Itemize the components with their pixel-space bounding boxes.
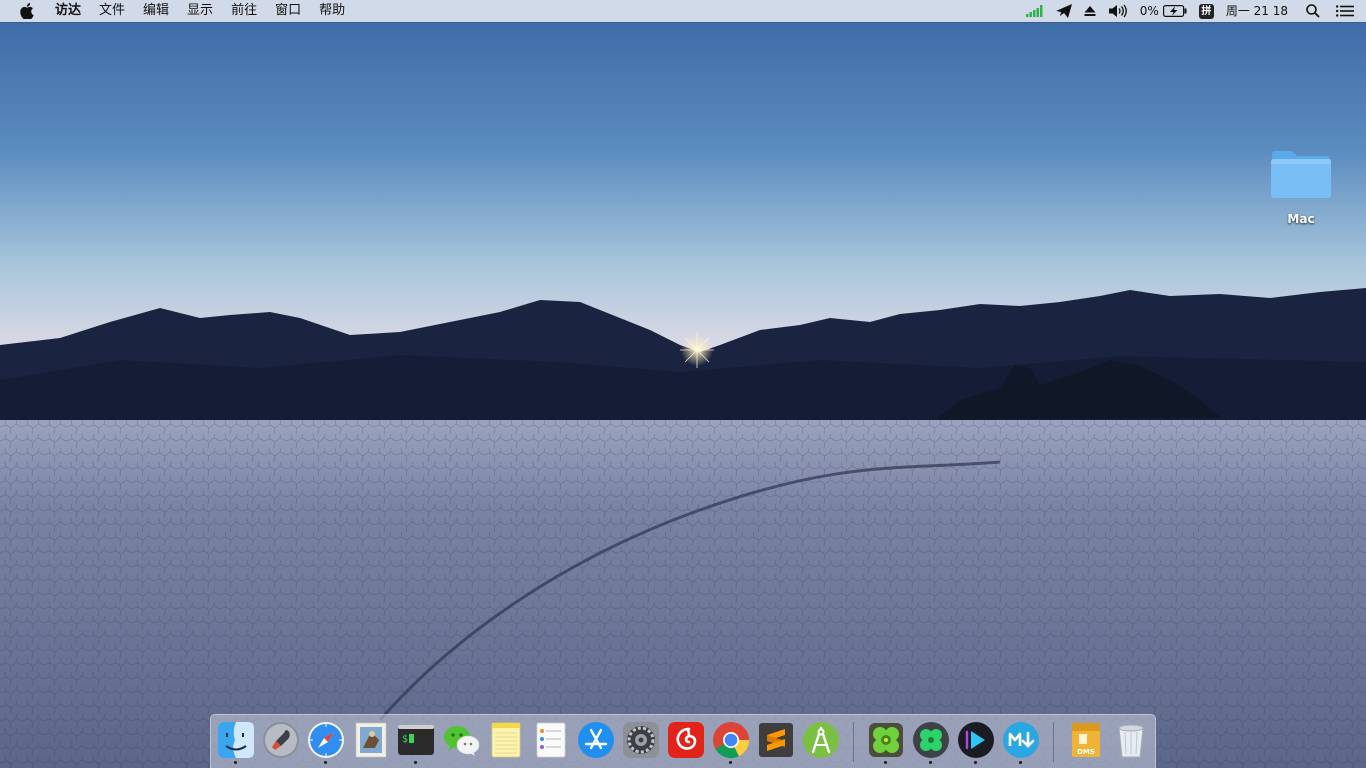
input-method-label: 拼	[1198, 3, 1214, 19]
spotlight-search-icon[interactable]	[1306, 0, 1320, 22]
dock-android-studio[interactable]	[801, 720, 841, 760]
dock-reminders[interactable]	[531, 720, 571, 760]
mail-stamp-icon	[355, 722, 387, 758]
dmg-archive-icon: DMS	[1072, 723, 1100, 757]
terminal-icon: $	[398, 725, 434, 755]
dock-dmg-archive[interactable]: DMS	[1066, 720, 1106, 760]
dock-finder[interactable]	[216, 720, 256, 760]
media-player-icon	[958, 722, 994, 758]
menu-view[interactable]: 显示	[178, 0, 222, 22]
dock-separator	[853, 722, 854, 762]
launchpad-icon	[263, 722, 299, 758]
desktop[interactable]	[0, 0, 1366, 768]
menu-bar-status: 0% 拼 周一 21 18	[1014, 0, 1366, 22]
desktop-folder-label: Mac	[1287, 212, 1315, 226]
running-indicator-green-clover-round	[929, 761, 932, 764]
green-clover-icon	[869, 723, 903, 757]
dock: $ DMS	[210, 714, 1156, 768]
system-preferences-icon	[623, 722, 659, 758]
wechat-icon	[444, 726, 480, 756]
app-store-icon	[578, 722, 614, 758]
notes-icon	[491, 722, 521, 758]
running-indicator-chrome	[729, 761, 732, 764]
notification-center-icon[interactable]	[1336, 0, 1354, 22]
menu-edit[interactable]: 编辑	[134, 0, 178, 22]
dock-system-preferences[interactable]	[621, 720, 661, 760]
menu-file[interactable]: 文件	[90, 0, 134, 22]
dock-wechat[interactable]	[441, 720, 481, 760]
menu-bar: 访达 文件 编辑 显示 前往 窗口 帮助 0% 拼 周一 21 18	[0, 0, 1366, 22]
running-indicator-finder	[234, 761, 237, 764]
running-indicator-markdown	[1019, 761, 1022, 764]
dock-mail-stamp[interactable]	[351, 720, 391, 760]
menu-go[interactable]: 前往	[222, 0, 266, 22]
markdown-icon	[1003, 722, 1039, 758]
safari-icon	[308, 722, 344, 758]
sublime-text-icon	[759, 723, 793, 757]
input-method-indicator[interactable]: 拼	[1198, 0, 1214, 22]
dock-separator	[1053, 722, 1054, 762]
menu-bar-left: 访达 文件 编辑 显示 前往 窗口 帮助	[0, 0, 354, 22]
dock-media-player[interactable]	[956, 720, 996, 760]
signal-strength-icon[interactable]	[1025, 0, 1044, 22]
trash-icon	[1118, 724, 1144, 758]
dock-netease-music[interactable]	[666, 720, 706, 760]
eject-icon[interactable]	[1084, 0, 1096, 22]
menu-window[interactable]: 窗口	[266, 0, 310, 22]
dock-sublime-text[interactable]	[756, 720, 796, 760]
green-clover-round-icon	[913, 722, 949, 758]
running-indicator-media-player	[974, 761, 977, 764]
netease-music-icon	[668, 722, 704, 758]
dock-terminal[interactable]: $	[396, 720, 436, 760]
reminders-icon	[536, 722, 566, 758]
battery-percentage[interactable]: 0%	[1140, 0, 1159, 22]
running-indicator-green-clover	[884, 761, 887, 764]
menu-bar-clock[interactable]: 周一 21 18	[1226, 0, 1288, 22]
volume-icon[interactable]	[1108, 0, 1128, 22]
desktop-wallpaper	[0, 0, 1366, 768]
dock-notes[interactable]	[486, 720, 526, 760]
menu-finder[interactable]: 访达	[46, 0, 90, 22]
finder-icon	[218, 722, 254, 758]
dock-trash[interactable]	[1111, 720, 1151, 760]
dock-app-store[interactable]	[576, 720, 616, 760]
running-indicator-terminal	[414, 761, 417, 764]
menu-help[interactable]: 帮助	[310, 0, 354, 22]
dock-launchpad[interactable]	[261, 720, 301, 760]
send-paper-plane-icon[interactable]	[1055, 0, 1072, 22]
dock-chrome[interactable]	[711, 720, 751, 760]
dock-green-clover-round[interactable]	[911, 720, 951, 760]
apple-menu-icon[interactable]	[16, 0, 38, 22]
chrome-icon	[713, 722, 750, 759]
running-indicator-safari	[324, 761, 327, 764]
dmg-label: DMS	[1077, 748, 1095, 756]
dock-green-clover[interactable]	[866, 720, 906, 760]
dock-markdown[interactable]	[1001, 720, 1041, 760]
battery-charging-icon[interactable]	[1162, 0, 1187, 22]
android-studio-icon	[803, 722, 839, 758]
svg-text:$: $	[402, 734, 408, 745]
folder-icon	[1271, 151, 1331, 198]
dock-safari[interactable]	[306, 720, 346, 760]
desktop-folder-mac[interactable]: Mac	[1262, 148, 1340, 226]
